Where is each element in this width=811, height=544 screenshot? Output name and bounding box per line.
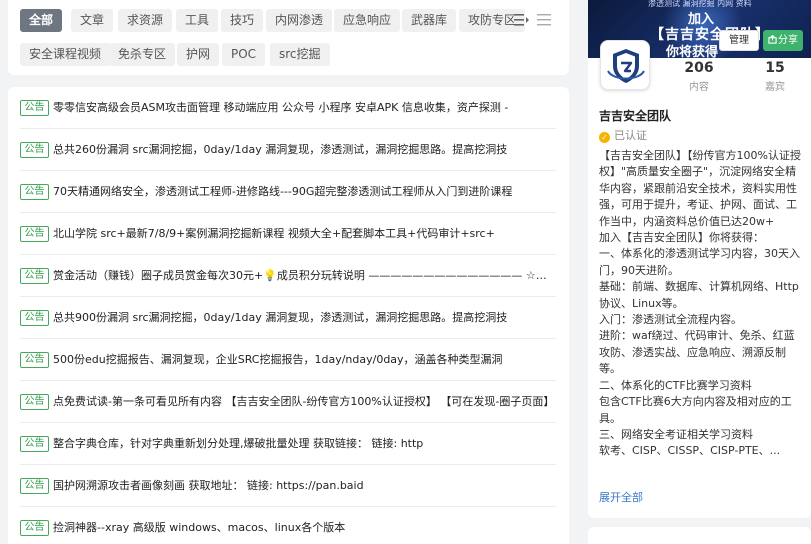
share-icon [768,34,777,44]
post-title[interactable]: 整合字典仓库，针对字典重新划分处理,爆破批量处理 获取链接： 链接: http [53,434,556,454]
announcement-badge: 公告 [20,520,49,536]
list-item[interactable]: 公告 总共260份漏洞 src漏洞挖掘，0day/1day 漏洞复现，渗透测试，… [20,129,556,171]
guest-label: 嘉宾 [765,82,785,93]
list-item[interactable]: 公告 总共900份漏洞 src漏洞挖掘，0day/1day 漏洞复现，渗透测试，… [20,297,556,339]
tab-poc[interactable]: POC [222,43,266,66]
list-item[interactable]: 公告 70天精通网络安全，渗透测试工程师-进修路线---90G超完整渗透测试工程… [20,171,556,213]
tab-arsenal[interactable]: 武器库 [402,9,457,32]
announcement-badge: 公告 [20,310,49,326]
verified-label: 已认证 [614,129,647,142]
tab-tools[interactable]: 工具 [176,9,219,32]
announcement-badge: 公告 [20,478,49,494]
expand-all-link[interactable]: 展开全部 [599,489,643,505]
share-button[interactable]: 分享 [763,30,803,51]
verified-icon: ✓ [599,132,610,143]
group-description: 【吉吉安全团队】【纷传官方100%认证授权】"高质量安全圈子"，沉淀网络安全精华… [599,149,801,458]
post-title[interactable]: 北山学院 src+最新7/8/9+案例漏洞挖掘新课程 视频大全+配套脚本工具+代… [53,224,556,244]
post-title[interactable]: 国护网溯源攻击者画像刻画 获取地址： 链接: https://pan.baid [53,476,556,496]
announcement-badge: 公告 [20,100,49,116]
announcement-badge: 公告 [20,436,49,452]
shield-logo-icon [607,49,645,83]
post-title[interactable]: 捡洞神器--xray 高级版 windows、macos、linux各个版本 [53,518,556,538]
list-item[interactable]: 公告 点免费试读-第一条可看见所有内容 【吉吉安全团队-纷传官方100%认证授权… [20,381,556,423]
list-filter-icon[interactable] [514,13,530,27]
verified-status: ✓ 已认证 [599,127,647,143]
guest-count: 15 [765,60,785,76]
tab-incident-response[interactable]: 应急响应 [334,9,401,32]
post-title[interactable]: 赏金活动（赚钱）圈子成员赏金每次30元+💡成员积分玩转说明 ——————————… [53,266,556,286]
share-label: 分享 [778,35,798,46]
post-title[interactable]: 500份edu挖掘报告、漏洞复现，企业SRC挖掘报告，1day/nday/0da… [53,350,556,370]
tab-av-evasion[interactable]: 免杀专区 [109,43,176,66]
group-name: 吉吉安全团队 [599,109,672,123]
list-item[interactable]: 公告 国护网溯源攻击者画像刻画 获取地址： 链接: https://pan.ba… [20,465,556,507]
sidebar-next-card [588,527,811,544]
list-item[interactable]: 公告 500份edu挖掘报告、漏洞复现，企业SRC挖掘报告，1day/nday/… [20,339,556,381]
post-title[interactable]: 总共260份漏洞 src漏洞挖掘，0day/1day 漏洞复现，渗透测试，漏洞挖… [53,140,556,160]
announcement-badge: 公告 [20,142,49,158]
announcement-badge: 公告 [20,184,49,200]
list-item[interactable]: 公告 北山学院 src+最新7/8/9+案例漏洞挖掘新课程 视频大全+配套脚本工… [20,213,556,255]
tab-intranet-pentest[interactable]: 内网渗透 [266,9,333,32]
manage-button[interactable]: 管理 [719,30,759,51]
tab-hvv[interactable]: 护网 [177,43,220,66]
announcement-badge: 公告 [20,268,49,284]
tab-src-mining[interactable]: src挖掘 [270,43,330,66]
tab-request-resources[interactable]: 求资源 [118,9,173,32]
post-title[interactable]: 总共900份漏洞 src漏洞挖掘，0day/1day 漏洞复现，渗透测试，漏洞挖… [53,308,556,328]
post-title[interactable]: 点免费试读-第一条可看见所有内容 【吉吉安全团队-纷传官方100%认证授权】 【… [53,392,556,412]
tab-articles[interactable]: 文章 [71,9,114,32]
announcement-badge: 公告 [20,352,49,368]
announcement-badge: 公告 [20,226,49,242]
list-item[interactable]: 公告 捡洞神器--xray 高级版 windows、macos、linux各个版… [20,507,556,544]
list-item[interactable]: 公告 零零信安高级会员ASM攻击面管理 移动端应用 公众号 小程序 安卓APK … [20,87,556,129]
banner-text-gain: 你将获得 [666,45,719,58]
list-item[interactable]: 公告 赏金活动（赚钱）圈子成员赏金每次30元+💡成员积分玩转说明 ———————… [20,255,556,297]
tab-tips[interactable]: 技巧 [221,9,264,32]
content-label: 内容 [689,82,709,93]
post-list: 公告 零零信安高级会员ASM攻击面管理 移动端应用 公众号 小程序 安卓APK … [8,87,569,544]
tab-all[interactable]: 全部 [20,9,63,32]
post-title[interactable]: 零零信安高级会员ASM攻击面管理 移动端应用 公众号 小程序 安卓APK 信息收… [53,98,556,118]
post-title[interactable]: 70天精通网络安全，渗透测试工程师-进修路线---90G超完整渗透测试工程师从入… [53,182,556,202]
category-filter-panel: 全部 文章 求资源 工具 技巧 内网渗透 应急响应 武器库 攻防专区 安全课程视… [8,0,569,75]
group-avatar[interactable] [600,40,650,90]
announcement-badge: 公告 [20,394,49,410]
menu-icon[interactable] [536,13,552,27]
content-count: 206 [684,60,714,76]
list-item[interactable]: 公告 整合字典仓库，针对字典重新划分处理,爆破批量处理 获取链接： 链接: ht… [20,423,556,465]
group-profile-card: 渗透测试 漏洞挖掘 内网 资料 加入 【吉吉安全团队】 你将获得 管理 分享 2… [588,0,811,518]
tab-security-course-videos[interactable]: 安全课程视频 [20,43,111,66]
